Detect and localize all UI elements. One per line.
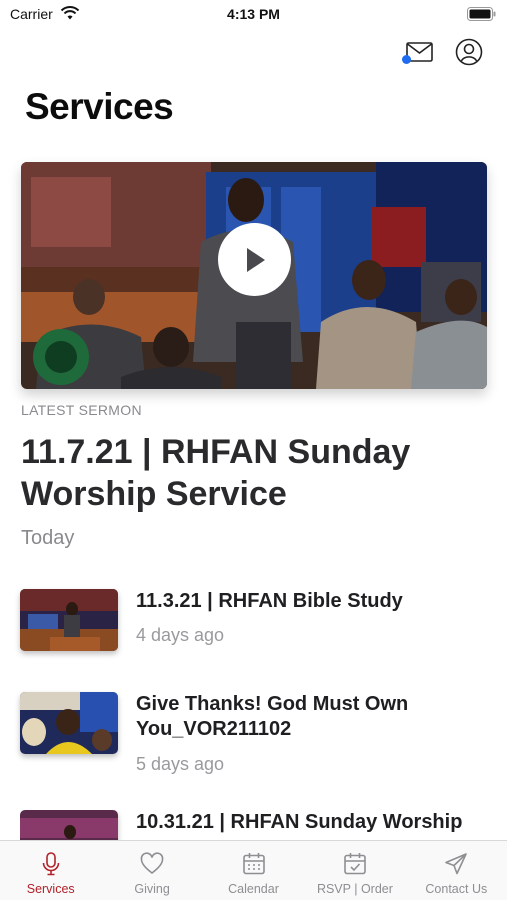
sermon-thumbnail: [20, 810, 118, 840]
sermon-title: 10.31.21 | RHFAN Sunday Worship: [136, 811, 463, 833]
unread-badge: [402, 55, 411, 64]
paper-plane-icon: [445, 853, 468, 875]
tab-label: Contact Us: [425, 882, 488, 896]
status-bar: Carrier 4:13 PM: [0, 0, 507, 28]
profile-button[interactable]: [453, 36, 485, 68]
play-button[interactable]: [218, 223, 291, 296]
sermon-date: 5 days ago: [136, 754, 225, 774]
battery-icon: [467, 7, 496, 21]
featured-sermon-title[interactable]: 11.7.21 | RHFAN Sunday Worship Service: [21, 431, 491, 515]
heart-icon: [140, 852, 164, 875]
inbox-button[interactable]: [402, 36, 435, 68]
tab-label: RSVP | Order: [316, 882, 393, 896]
calendar-icon: [242, 853, 265, 875]
play-icon: [246, 247, 265, 272]
microphone-icon: [42, 852, 60, 876]
tab-label: Services: [26, 882, 75, 896]
page-title: Services: [25, 86, 174, 127]
tab-label: Giving: [134, 882, 170, 896]
sermon-list-item[interactable]: Give Thanks! God Must Own You_VOR211102 …: [20, 692, 490, 782]
sermon-title: Give Thanks! God Must Own You_VOR211102: [136, 693, 409, 740]
tab-bar: Services Giving Calendar RSVP | Order Co…: [0, 840, 507, 900]
sermon-date: 4 days ago: [136, 625, 225, 645]
tab-label: Calendar: [228, 882, 279, 896]
featured-sermon-date: Today: [21, 527, 75, 549]
calendar-check-icon: [344, 853, 366, 875]
tab-contact-us[interactable]: Contact Us: [406, 841, 507, 900]
sermon-thumbnail: [20, 589, 118, 651]
tab-services[interactable]: Services: [0, 841, 101, 900]
tab-rsvp-order[interactable]: RSVP | Order: [304, 841, 405, 900]
header-actions: [402, 36, 485, 68]
tab-calendar[interactable]: Calendar: [203, 841, 304, 900]
sermon-title: 11.3.21 | RHFAN Bible Study: [136, 590, 403, 612]
sermon-list-item[interactable]: 11.3.21 | RHFAN Bible Study 4 days ago: [20, 589, 490, 659]
section-label: LATEST SERMON: [21, 402, 142, 418]
tab-giving[interactable]: Giving: [101, 841, 202, 900]
user-circle-icon: [455, 38, 483, 66]
sermon-thumbnail: [20, 692, 118, 754]
clock: 4:13 PM: [227, 6, 280, 22]
featured-video-thumbnail[interactable]: [21, 162, 487, 389]
sermon-list-item[interactable]: 10.31.21 | RHFAN Sunday Worship: [20, 810, 490, 840]
